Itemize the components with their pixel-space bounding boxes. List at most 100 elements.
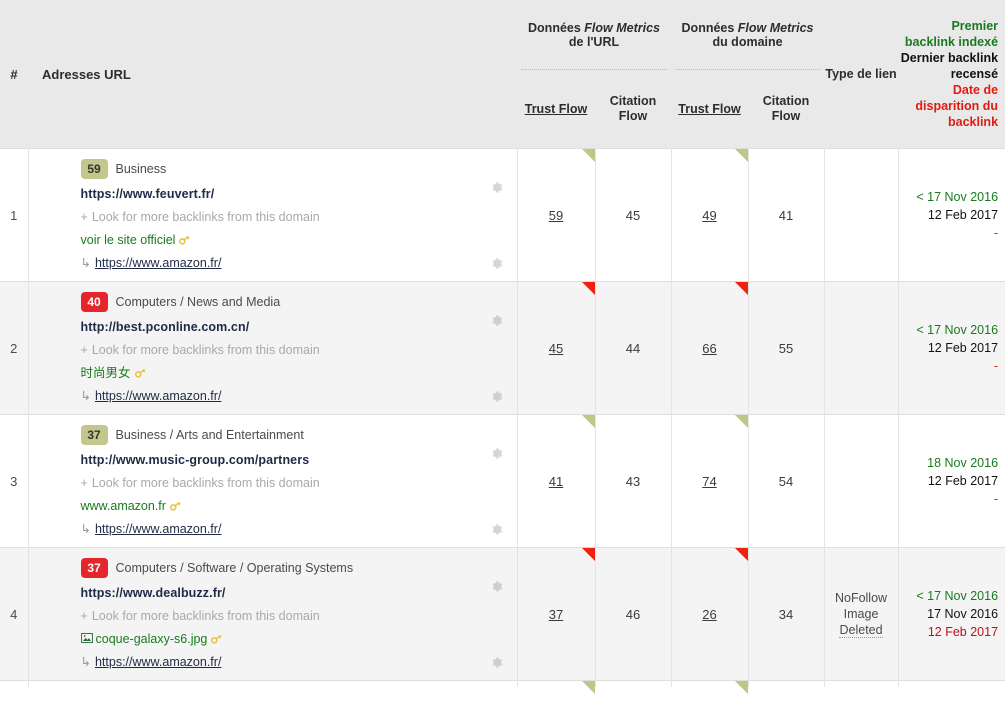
- row-index: 4: [0, 547, 29, 681]
- arrow-icon: ↳: [80, 256, 91, 270]
- look-for-more-backlinks-link[interactable]: + Look for more backlinks from this domai…: [81, 342, 517, 358]
- gear-icon[interactable]: [490, 580, 503, 593]
- gear-icon[interactable]: [490, 523, 503, 536]
- plus-icon: +: [80, 343, 88, 357]
- gear-icon[interactable]: [490, 314, 503, 327]
- column-header-domain-trust-flow[interactable]: Trust Flow: [671, 70, 749, 149]
- source-url-line[interactable]: http://www.music-group.com/partners: [81, 452, 517, 468]
- row-url-cell: [28, 680, 518, 687]
- target-url-line[interactable]: ↳ https://www.amazon.fr/: [81, 388, 517, 404]
- row-url-citation-flow-value: 46: [625, 606, 641, 622]
- category-label: Computers / News and Media: [115, 295, 281, 309]
- lost-date: -: [993, 226, 999, 240]
- flag-marker: [581, 415, 595, 428]
- gear-icon[interactable]: [490, 257, 503, 270]
- column-header-domain-citation-flow[interactable]: Citation Flow: [748, 70, 825, 149]
- category-line: 59 Business: [80, 159, 517, 179]
- plus-icon: +: [80, 476, 88, 490]
- row-domain-trust-flow-value[interactable]: 26: [702, 607, 716, 622]
- row-domain-trust-flow-value[interactable]: 74: [702, 474, 716, 489]
- row-link-type: [824, 680, 899, 687]
- row-dates: [898, 680, 1005, 687]
- first-indexed-date: < 17 Nov 2016: [916, 323, 999, 337]
- column-header-url-trust-flow[interactable]: Trust Flow: [517, 70, 595, 149]
- row-url-trust-flow: 37: [517, 547, 596, 681]
- row-url-trust-flow: [517, 680, 596, 694]
- target-url[interactable]: https://www.amazon.fr/: [95, 655, 221, 669]
- row-index: 3: [0, 414, 29, 548]
- row-dates: < 17 Nov 2016 12 Feb 2017 -: [898, 148, 1005, 282]
- flag-marker: [734, 149, 748, 162]
- gear-icon[interactable]: [490, 447, 503, 460]
- row-domain-trust-flow-value[interactable]: 49: [702, 208, 716, 223]
- group-url-post: de l'URL: [568, 35, 620, 49]
- source-url[interactable]: http://best.pconline.com.cn/: [81, 320, 250, 334]
- source-url[interactable]: https://www.dealbuzz.fr/: [81, 586, 226, 600]
- target-url[interactable]: https://www.amazon.fr/: [95, 389, 221, 403]
- lost-date: -: [993, 359, 999, 373]
- domain-trust-flow-sort-link[interactable]: Trust Flow: [678, 102, 741, 116]
- row-link-type: [824, 281, 899, 415]
- arrow-icon: ↳: [80, 389, 91, 403]
- anchor-text: www.amazon.fr: [80, 499, 166, 513]
- source-url-line[interactable]: https://www.feuvert.fr/: [81, 186, 517, 202]
- flag-marker: [734, 415, 748, 428]
- flag-marker: [734, 681, 748, 694]
- row-domain-trust-flow-value[interactable]: 66: [702, 341, 716, 356]
- authority-badge: 40: [80, 292, 108, 312]
- source-url-line[interactable]: https://www.dealbuzz.fr/: [81, 585, 517, 601]
- look-for-more-backlinks-label: Look for more backlinks from this domain: [91, 609, 320, 623]
- last-seen-date: 12 Feb 2017: [927, 474, 999, 488]
- table-row: 2 40 Computers / News and Media http://best…: [0, 281, 1005, 415]
- gear-icon[interactable]: [490, 181, 503, 194]
- anchor-text: coque-galaxy-s6.jpg: [95, 632, 208, 646]
- group-url-em: Flow Metrics: [584, 21, 660, 35]
- flag-marker: [581, 548, 595, 561]
- look-for-more-backlinks-link[interactable]: + Look for more backlinks from this domai…: [81, 475, 517, 491]
- target-url-line[interactable]: ↳ https://www.amazon.fr/: [81, 255, 517, 271]
- last-seen-date: 12 Feb 2017: [927, 341, 999, 355]
- row-url-trust-flow-value[interactable]: 37: [549, 607, 563, 622]
- row-domain-trust-flow: 26: [671, 547, 749, 681]
- look-for-more-backlinks-link[interactable]: + Look for more backlinks from this domai…: [81, 608, 517, 624]
- group-divider: [521, 69, 668, 70]
- group-domain-pre: Données: [681, 21, 738, 35]
- plus-icon: +: [80, 609, 88, 623]
- row-link-type: [824, 148, 899, 282]
- category-line: 37 Computers / Software / Operating Syste…: [80, 558, 517, 578]
- column-group-domain-flow-metrics: Données Flow Metrics du domaine: [671, 0, 825, 70]
- row-dates: 18 Nov 2016 12 Feb 2017 -: [898, 414, 1005, 548]
- column-header-url-citation-flow[interactable]: Citation Flow: [595, 70, 672, 149]
- look-for-more-backlinks-link[interactable]: + Look for more backlinks from this domai…: [81, 209, 517, 225]
- look-for-more-backlinks-label: Look for more backlinks from this domain: [91, 343, 320, 357]
- source-url[interactable]: https://www.feuvert.fr/: [81, 187, 215, 201]
- anchor-text-line: 时尚男女: [81, 365, 517, 381]
- source-url-line[interactable]: http://best.pconline.com.cn/: [81, 319, 517, 335]
- header-lost-date: Date de disparition du backlink: [915, 83, 999, 129]
- source-url[interactable]: http://www.music-group.com/partners: [81, 453, 310, 467]
- row-url-trust-flow-value[interactable]: 45: [549, 341, 563, 356]
- target-url[interactable]: https://www.amazon.fr/: [95, 522, 221, 536]
- target-url[interactable]: https://www.amazon.fr/: [95, 256, 221, 270]
- table-row: 3 37 Business / Arts and Entertainment http…: [0, 414, 1005, 548]
- table-row: [0, 680, 1005, 694]
- target-url-line[interactable]: ↳ https://www.amazon.fr/: [81, 654, 517, 670]
- column-header-dates: Premier backlink indexé Dernier backlink…: [898, 0, 1005, 149]
- key-icon: [210, 632, 223, 645]
- header-last-seen: Dernier backlink recensé: [900, 51, 999, 81]
- row-url-trust-flow-value[interactable]: 59: [549, 208, 563, 223]
- row-url-trust-flow-value[interactable]: 41: [549, 474, 563, 489]
- link-type-tag: Deleted: [839, 623, 883, 638]
- gear-icon[interactable]: [490, 390, 503, 403]
- gear-icon[interactable]: [490, 656, 503, 669]
- key-icon: [169, 499, 182, 512]
- authority-badge: 37: [80, 425, 108, 445]
- first-indexed-date: < 17 Nov 2016: [916, 190, 999, 204]
- first-indexed-date: 18 Nov 2016: [927, 456, 999, 470]
- row-url-cell: 37 Computers / Software / Operating Syste…: [28, 547, 518, 681]
- link-type-label: Type de lien: [825, 66, 897, 81]
- anchor-text-line: www.amazon.fr: [81, 498, 517, 514]
- row-index: 2: [0, 281, 29, 415]
- url-trust-flow-sort-link[interactable]: Trust Flow: [525, 102, 588, 116]
- target-url-line[interactable]: ↳ https://www.amazon.fr/: [81, 521, 517, 537]
